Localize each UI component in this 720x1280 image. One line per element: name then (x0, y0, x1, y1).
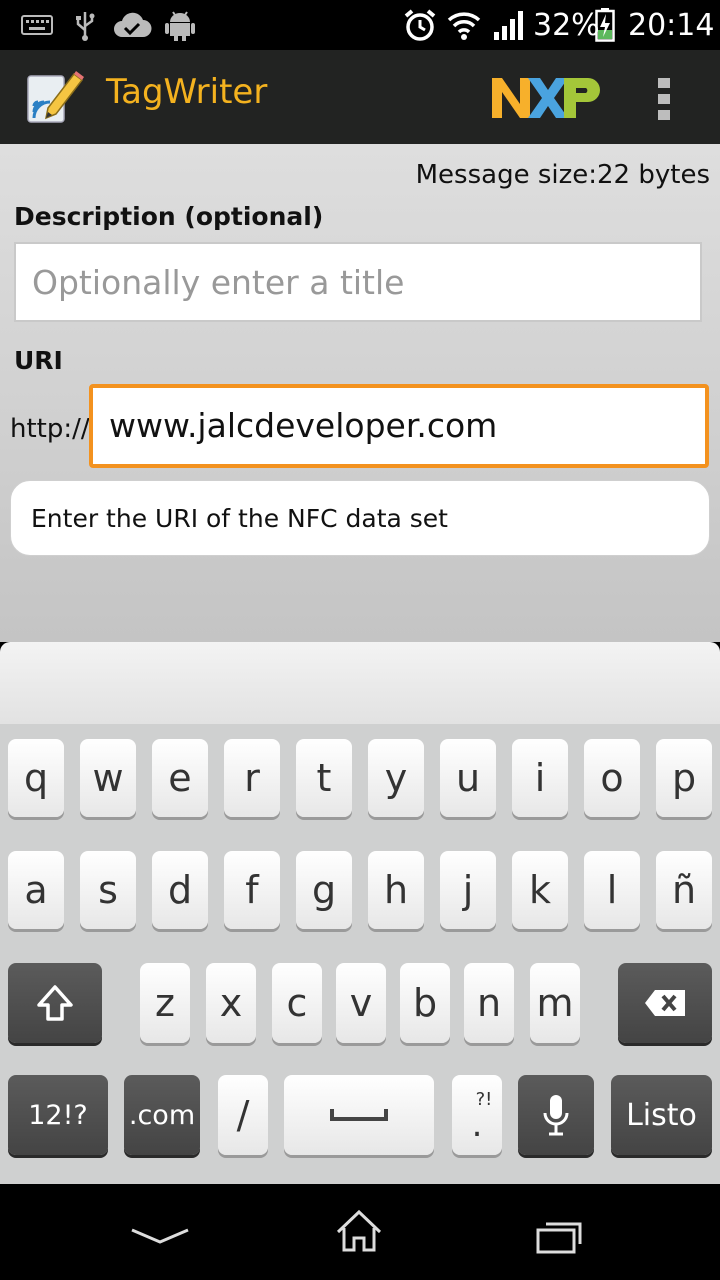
voice-input-key[interactable] (518, 1075, 594, 1155)
key-h[interactable]: h (368, 851, 424, 929)
key-l[interactable]: l (584, 851, 640, 929)
uri-label: URI (14, 346, 63, 375)
key-c[interactable]: c (272, 963, 322, 1043)
signal-icon (492, 8, 526, 42)
key-y[interactable]: y (368, 739, 424, 817)
description-input[interactable]: Optionally enter a title (14, 242, 702, 322)
key-o[interactable]: o (584, 739, 640, 817)
key-j[interactable]: j (440, 851, 496, 929)
home-icon[interactable] (334, 1208, 384, 1254)
key-d[interactable]: d (152, 851, 208, 929)
key-r[interactable]: r (224, 739, 280, 817)
backspace-key[interactable] (618, 963, 712, 1043)
key-g[interactable]: g (296, 851, 352, 929)
key-s[interactable]: s (80, 851, 136, 929)
android-icon (164, 8, 196, 42)
key-k[interactable]: k (512, 851, 568, 929)
done-key[interactable]: Listo (611, 1075, 712, 1155)
keyboard-icon (20, 8, 54, 42)
app-logo-icon[interactable] (24, 68, 86, 128)
description-label: Description (optional) (14, 202, 324, 231)
key-m[interactable]: m (530, 963, 580, 1043)
battery-percent: 32% (533, 8, 600, 43)
key-n[interactable]: n (464, 963, 514, 1043)
key-v[interactable]: v (336, 963, 386, 1043)
key-p[interactable]: p (656, 739, 712, 817)
cloud-check-icon (112, 8, 152, 42)
nxp-logo (490, 76, 602, 120)
suggestion-strip (0, 642, 720, 724)
key-x[interactable]: x (206, 963, 256, 1043)
form-content: Message size:22 bytes Description (optio… (0, 144, 720, 642)
key-u[interactable]: u (440, 739, 496, 817)
dotcom-key[interactable]: .com (124, 1075, 200, 1155)
key-t[interactable]: t (296, 739, 352, 817)
microphone-icon (543, 1095, 569, 1136)
key-e[interactable]: e (152, 739, 208, 817)
alarm-icon (402, 8, 438, 42)
overflow-menu-icon[interactable] (650, 74, 678, 122)
uri-input[interactable]: www.jalcdeveloper.com (89, 384, 709, 468)
status-bar: 32% 20:14 (0, 0, 720, 50)
key-period[interactable]: ?! . (452, 1075, 502, 1155)
battery-charging-icon (594, 8, 616, 42)
recent-apps-icon[interactable] (536, 1218, 584, 1254)
key-slash[interactable]: / (218, 1075, 268, 1155)
navigation-bar (0, 1184, 720, 1280)
key-b[interactable]: b (400, 963, 450, 1043)
usb-icon (72, 8, 98, 42)
key-q[interactable]: q (8, 739, 64, 817)
key-z[interactable]: z (140, 963, 190, 1043)
key-f[interactable]: f (224, 851, 280, 929)
space-key[interactable] (284, 1075, 434, 1155)
backspace-icon (645, 990, 685, 1016)
clock: 20:14 (628, 8, 715, 43)
symbols-key[interactable]: 12!? (8, 1075, 108, 1155)
keyboard: q w e r t y u i o p a s d f g h j k l ñ … (0, 724, 720, 1184)
app-title: TagWriter (106, 72, 268, 112)
key-a[interactable]: a (8, 851, 64, 929)
shift-icon (37, 985, 73, 1021)
shift-key[interactable] (8, 963, 102, 1043)
key-n-tilde[interactable]: ñ (656, 851, 712, 929)
space-icon (330, 1109, 388, 1121)
message-size: Message size:22 bytes (415, 160, 710, 190)
wifi-icon (446, 8, 482, 42)
uri-hint-tooltip: Enter the URI of the NFC data set (10, 480, 710, 556)
action-bar: TagWriter (0, 50, 720, 144)
hide-keyboard-icon[interactable] (130, 1224, 190, 1248)
key-w[interactable]: w (80, 739, 136, 817)
key-i[interactable]: i (512, 739, 568, 817)
uri-prefix: http:// (10, 414, 90, 444)
